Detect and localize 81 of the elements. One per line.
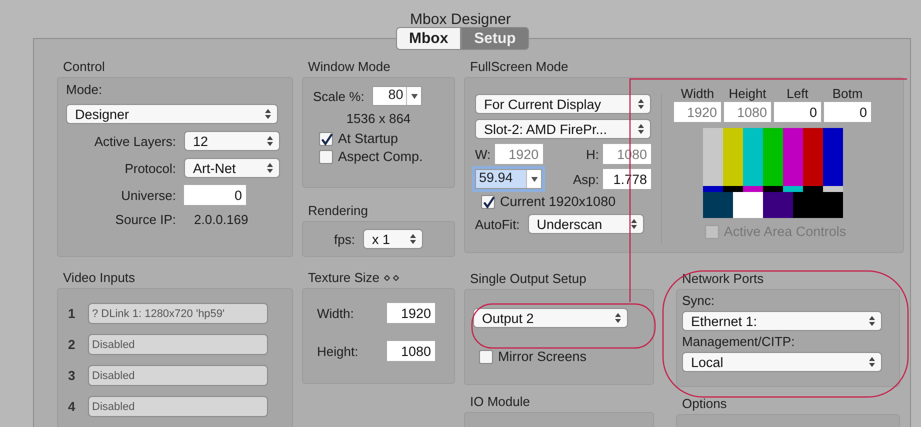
input-number: 3: [68, 368, 76, 383]
window-title: Mbox Designer: [409, 10, 512, 26]
group-title: Network Ports: [681, 271, 765, 286]
input-source-button[interactable]: Disabled: [88, 396, 268, 417]
layers-dropdown[interactable]: 12: [184, 131, 280, 151]
column-label: Left: [786, 86, 808, 101]
input-source-button[interactable]: Disabled: [88, 334, 268, 355]
updown-icon: [615, 313, 621, 323]
group-title: Window Mode: [307, 59, 392, 74]
diamonds-icon: [384, 274, 400, 280]
field-label: Sync:: [682, 293, 716, 308]
field-label: Asp:: [572, 172, 599, 186]
field-label: Width:: [317, 306, 355, 320]
input-source-button[interactable]: ? DLink 1: 1280x720 'hp59': [88, 303, 268, 324]
caret-icon: [410, 94, 418, 98]
field-label: Height:: [317, 344, 360, 358]
field-label: Scale %:: [313, 88, 364, 104]
checkbox-label: Current 1920x1080: [500, 194, 616, 209]
resolution-text: 1536 x 864: [345, 110, 412, 128]
updown-icon: [869, 316, 875, 326]
autofit-dropdown[interactable]: Underscan: [528, 214, 644, 234]
column-label: Width: [680, 86, 714, 101]
group-title: Control: [62, 59, 106, 74]
slot-dropdown[interactable]: Slot-2: AMD FirePr...: [475, 119, 651, 139]
refresh-rate-combo-box[interactable]: 59.94: [475, 169, 542, 189]
tab[interactable]: Mbox: [396, 27, 462, 50]
updown-icon: [267, 136, 273, 146]
checkbox-label: Aspect Comp.: [338, 149, 423, 164]
updown-icon: [630, 219, 637, 229]
group-title: Single Output Setup: [469, 271, 588, 286]
field-label: H:: [586, 146, 599, 162]
input-source-button[interactable]: Disabled: [88, 365, 268, 386]
management-dropdown[interactable]: Local: [682, 352, 882, 372]
updown-icon: [638, 99, 644, 109]
caret-icon: [530, 176, 538, 182]
protocol-dropdown[interactable]: Art-Net: [184, 158, 280, 178]
sync-dropdown[interactable]: Ethernet 1:: [682, 311, 882, 331]
input-number: 4: [68, 399, 76, 414]
width-field[interactable]: 1920: [494, 144, 543, 164]
field-label: Universe:: [120, 188, 176, 202]
group-title: Texture Size: [308, 270, 380, 285]
input-number: 1: [68, 306, 76, 321]
input-number: 2: [68, 337, 76, 352]
field-label: Mode:: [66, 82, 104, 97]
updown-icon: [267, 163, 273, 173]
group-title: Options: [681, 396, 728, 411]
field-label: Active Layers:: [93, 134, 176, 148]
checkbox-label: Mirror Screens: [498, 349, 587, 364]
width-field[interactable]: 1920: [387, 303, 435, 323]
mode-dropdown[interactable]: Designer: [66, 104, 278, 124]
field-label: Source IP:: [114, 212, 176, 227]
output-dropdown[interactable]: Output 2: [473, 308, 628, 328]
field-label: Protocol:: [124, 160, 176, 176]
ip-address: 2.0.0.169: [194, 212, 248, 227]
display-dropdown[interactable]: For Current Display: [475, 94, 651, 114]
checkbox[interactable]: [319, 150, 333, 164]
tab[interactable]: Setup: [461, 27, 529, 50]
field-label: Management/CITP:: [682, 334, 796, 349]
universe-field[interactable]: 0: [184, 185, 246, 205]
checkbox[interactable]: [479, 350, 493, 364]
updown-icon: [410, 234, 416, 244]
dimension-field[interactable]: 0: [774, 102, 821, 122]
scale-combo-box[interactable]: 80: [372, 86, 422, 106]
fps-dropdown[interactable]: x 1: [362, 229, 423, 249]
field-label: fps:: [334, 232, 355, 246]
updown-icon: [869, 357, 875, 367]
checkbox-label: At Startup: [338, 131, 398, 146]
group-title: Video Inputs: [62, 270, 136, 285]
field-label: AutoFit:: [475, 216, 520, 232]
checkbox[interactable]: [481, 194, 495, 208]
checkbox[interactable]: [319, 132, 333, 146]
updown-icon: [638, 124, 644, 134]
column-label: Height: [728, 86, 766, 101]
column-label: Botm: [832, 86, 863, 101]
updown-icon: [265, 109, 271, 119]
height-field[interactable]: 1080: [387, 341, 435, 361]
group-title: Rendering: [307, 203, 369, 218]
group-title: FullScreen Mode: [469, 59, 570, 74]
group-title: IO Module: [469, 394, 531, 409]
field-label: W:: [475, 146, 491, 162]
dimension-field[interactable]: 0: [824, 102, 871, 122]
